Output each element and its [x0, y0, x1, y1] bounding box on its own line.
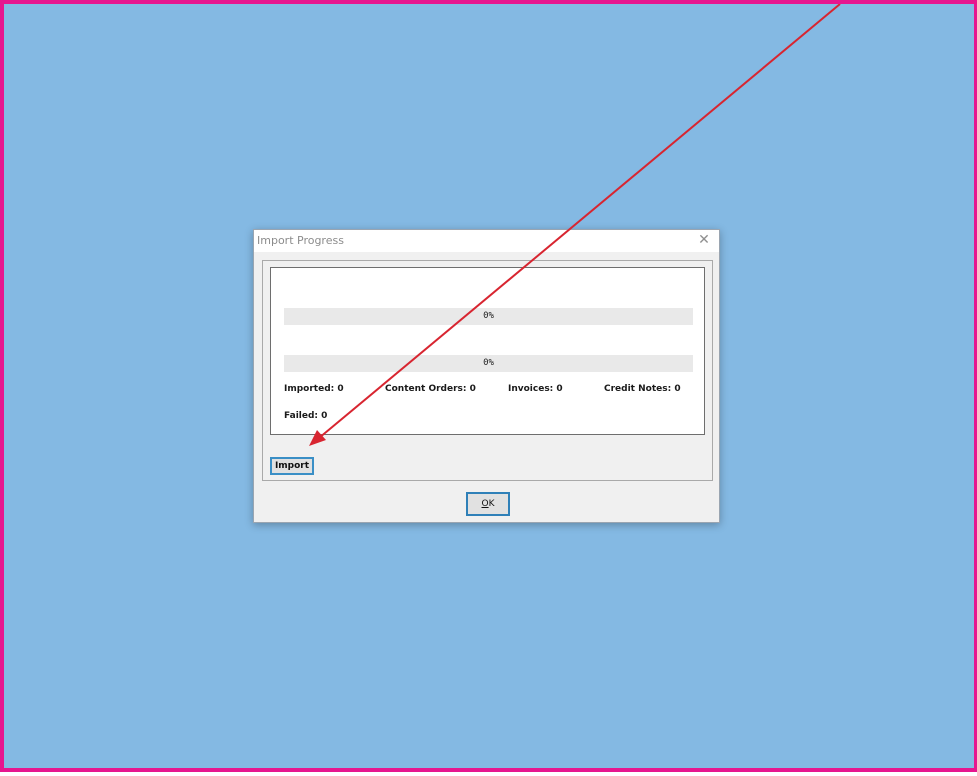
credit-notes-count: Credit Notes: 0: [604, 384, 681, 394]
ok-button[interactable]: OK: [466, 492, 510, 516]
ok-mnemonic: O: [481, 499, 489, 509]
import-button[interactable]: Import: [270, 457, 314, 475]
content-orders-count: Content Orders: 0: [385, 384, 476, 394]
progress-panel: 0% 0% Imported: 0 Content Orders: 0 Invo…: [270, 267, 705, 435]
dialog-titlebar: Import Progress ✕: [254, 230, 719, 252]
imported-count: Imported: 0: [284, 384, 344, 394]
progress-percent-1: 0%: [483, 311, 494, 321]
import-progress-dialog: Import Progress ✕ 0% 0% Imported: 0 Cont…: [253, 229, 720, 523]
dialog-title: Import Progress: [257, 234, 344, 247]
import-groupbox: 0% 0% Imported: 0 Content Orders: 0 Invo…: [262, 260, 713, 481]
ok-button-label: OK: [481, 499, 495, 509]
progress-bar-1: 0%: [284, 308, 693, 325]
invoices-count: Invoices: 0: [508, 384, 563, 394]
progress-percent-2: 0%: [483, 358, 494, 368]
screenshot-frame: Import Progress ✕ 0% 0% Imported: 0 Cont…: [0, 0, 977, 772]
close-icon[interactable]: ✕: [695, 231, 713, 249]
failed-count: Failed: 0: [284, 411, 328, 421]
progress-bar-2: 0%: [284, 355, 693, 372]
